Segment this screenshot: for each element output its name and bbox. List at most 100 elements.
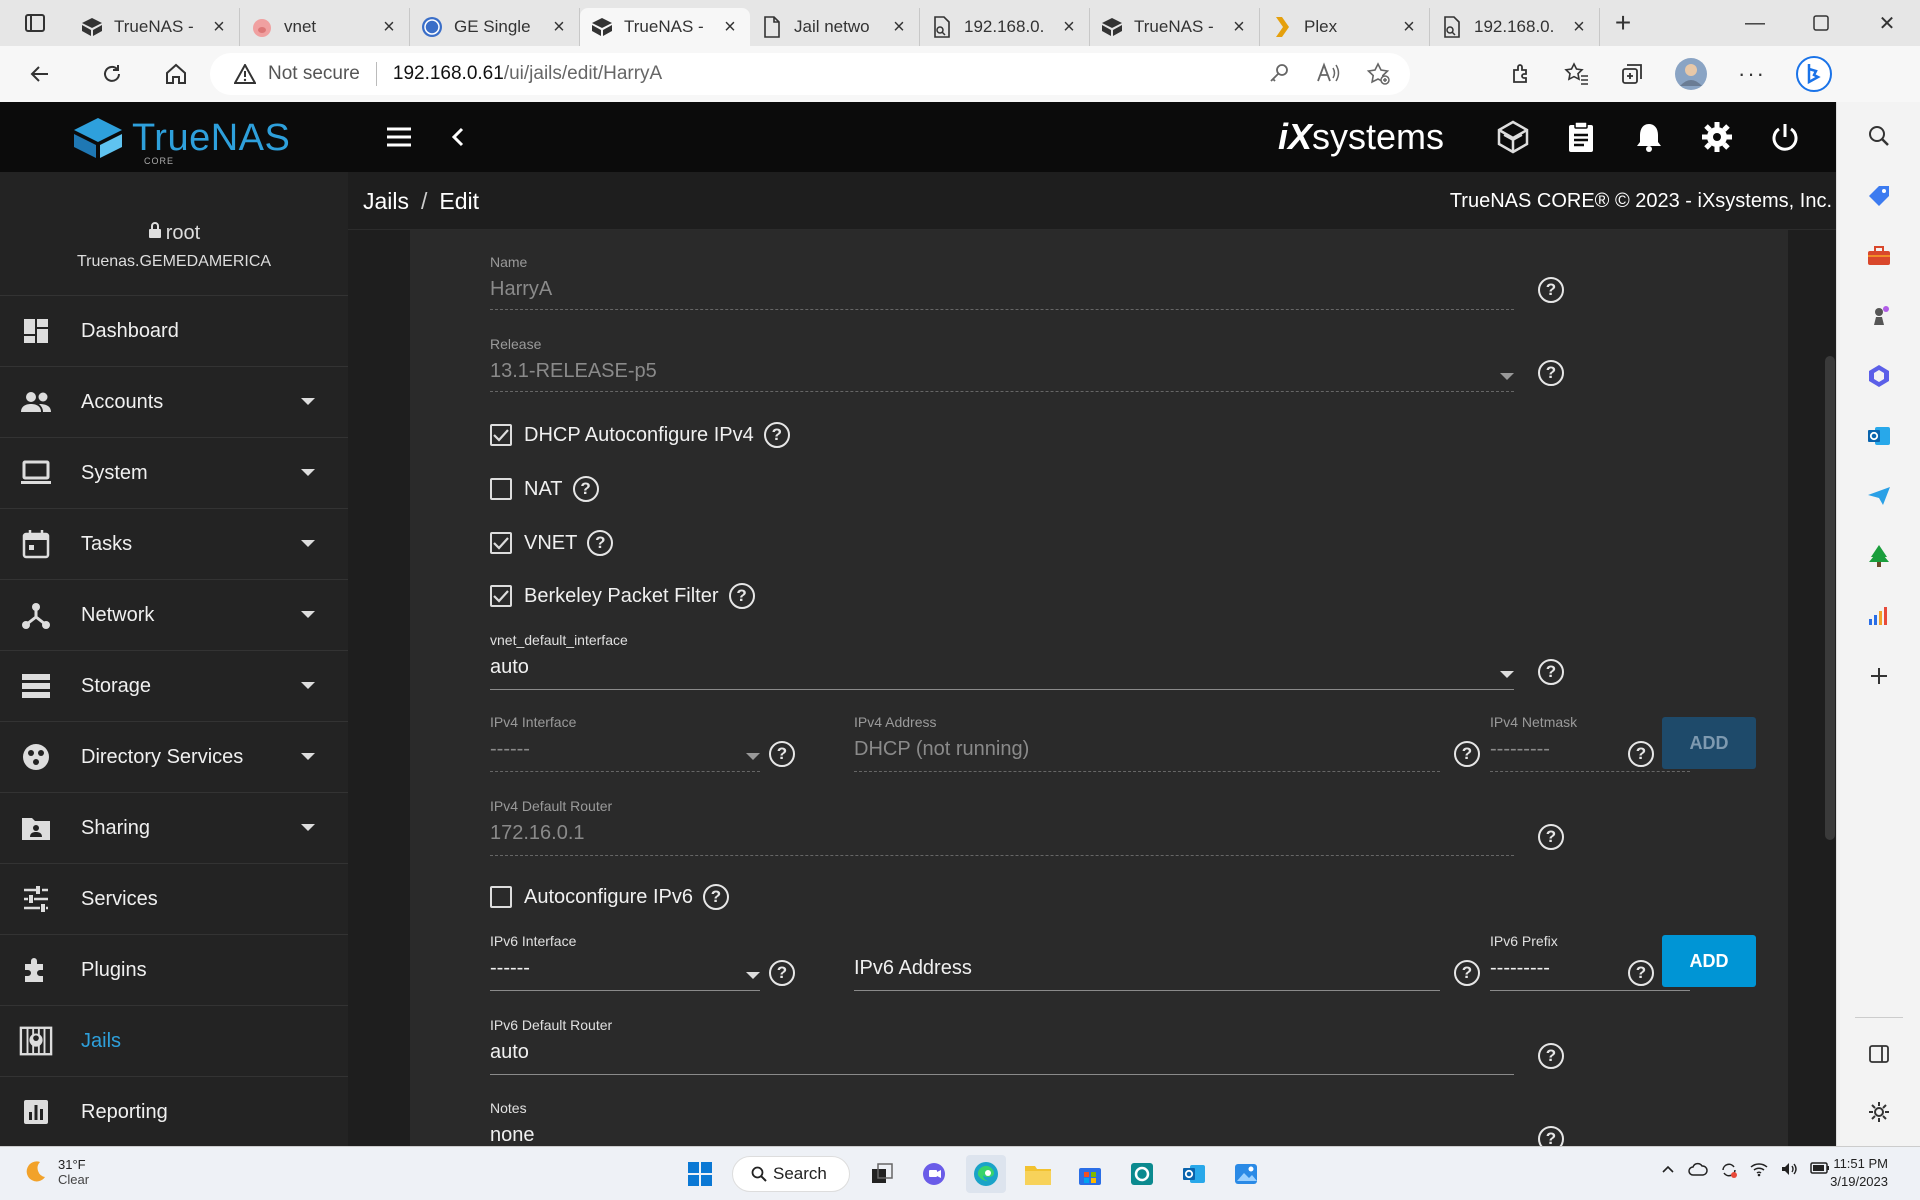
tasks-clipboard-icon[interactable] bbox=[1564, 120, 1598, 154]
outlook-icon[interactable] bbox=[1863, 420, 1895, 452]
analytics-icon[interactable] bbox=[1863, 600, 1895, 632]
sidebar-item-tasks[interactable]: Tasks bbox=[0, 509, 348, 580]
ipv4-default-router-help-icon[interactable]: ? bbox=[1538, 824, 1564, 850]
sidebar-item-reporting[interactable]: Reporting bbox=[0, 1077, 348, 1146]
tree-icon[interactable] bbox=[1863, 540, 1895, 572]
search-icon[interactable] bbox=[1863, 120, 1895, 152]
close-window-icon[interactable]: ✕ bbox=[1854, 0, 1920, 46]
close-tab-icon[interactable]: × bbox=[549, 16, 569, 39]
tools-icon[interactable] bbox=[1863, 240, 1895, 272]
read-aloud-icon[interactable] bbox=[1316, 62, 1340, 86]
more-options-icon[interactable]: ··· bbox=[1738, 61, 1766, 87]
refresh-icon[interactable] bbox=[80, 46, 144, 102]
microsoft-store-icon[interactable] bbox=[1070, 1155, 1110, 1193]
sidebar-item-accounts[interactable]: Accounts bbox=[0, 367, 348, 438]
onedrive-cloud-icon[interactable] bbox=[1688, 1161, 1708, 1179]
collapse-sidebar-icon[interactable] bbox=[448, 122, 468, 152]
sidebar-settings-icon[interactable] bbox=[1863, 1096, 1895, 1128]
sidebar-item-system[interactable]: System bbox=[0, 438, 348, 509]
shopping-tag-icon[interactable] bbox=[1863, 180, 1895, 212]
minimize-window-icon[interactable]: — bbox=[1722, 0, 1788, 46]
ipv6-add-button[interactable]: ADD bbox=[1662, 935, 1756, 987]
sidebar-item-services[interactable]: Services bbox=[0, 864, 348, 935]
browser-tab[interactable]: 192.168.0. × bbox=[920, 8, 1090, 46]
battery-icon[interactable] bbox=[1810, 1161, 1830, 1179]
breadcrumb-jails-link[interactable]: Jails bbox=[363, 188, 409, 214]
sidebar-item-dashboard[interactable]: Dashboard bbox=[0, 296, 348, 367]
sync-icon[interactable] bbox=[1720, 1161, 1738, 1179]
ipv4-add-button[interactable]: ADD bbox=[1662, 717, 1756, 769]
new-tab-button[interactable]: + bbox=[1600, 3, 1646, 43]
truenas-logo[interactable]: TrueNAS CORE bbox=[72, 116, 290, 166]
volume-icon[interactable] bbox=[1780, 1161, 1798, 1179]
notes-field[interactable]: Notes none bbox=[490, 1100, 1514, 1146]
close-tab-icon[interactable]: × bbox=[1569, 16, 1589, 39]
ixsystems-logo[interactable]: iX systems bbox=[1278, 116, 1444, 158]
browser-tab[interactable]: 192.168.0. × bbox=[1430, 8, 1600, 46]
browser-tab[interactable]: Plex × bbox=[1260, 8, 1430, 46]
browser-tab[interactable]: TrueNAS - × bbox=[70, 8, 240, 46]
ipv6-address-help-icon[interactable]: ? bbox=[1454, 960, 1480, 986]
sidebar-item-storage[interactable]: Storage bbox=[0, 651, 348, 722]
sidebar-item-jails[interactable]: Jails bbox=[0, 1006, 348, 1077]
ipv6-prefix-select[interactable]: IPv6 Prefix --------- bbox=[1490, 933, 1690, 991]
add-favorite-icon[interactable] bbox=[1366, 62, 1390, 86]
sidebar-item-sharing[interactable]: Sharing bbox=[0, 793, 348, 864]
browser-tab[interactable]: GE Single × bbox=[410, 8, 580, 46]
ipv6-default-router-help-icon[interactable]: ? bbox=[1538, 1043, 1564, 1069]
truecommand-icon[interactable] bbox=[1496, 120, 1530, 154]
menu-icon[interactable] bbox=[384, 122, 414, 152]
file-explorer-icon[interactable] bbox=[1018, 1155, 1058, 1193]
teams-chat-icon[interactable] bbox=[914, 1155, 954, 1193]
photos-app-icon[interactable] bbox=[1226, 1155, 1266, 1193]
settings-gear-icon[interactable] bbox=[1700, 120, 1734, 154]
hide-sidebar-icon[interactable] bbox=[1863, 1038, 1895, 1070]
close-tab-icon[interactable]: × bbox=[1229, 16, 1249, 39]
windows-start-icon[interactable] bbox=[680, 1155, 720, 1193]
security-status[interactable]: Not secure bbox=[268, 63, 360, 85]
show-hidden-icons-icon[interactable] bbox=[1660, 1161, 1676, 1179]
tab-actions-icon[interactable] bbox=[0, 0, 70, 46]
close-tab-icon[interactable]: × bbox=[209, 16, 229, 39]
autoconfigure-ipv6-checkbox[interactable]: Autoconfigure IPv6 ? bbox=[490, 883, 729, 911]
maximize-window-icon[interactable] bbox=[1788, 0, 1854, 46]
sidebar-item-plugins[interactable]: Plugins bbox=[0, 935, 348, 1006]
games-icon[interactable] bbox=[1863, 300, 1895, 332]
collections-icon[interactable] bbox=[1620, 62, 1644, 86]
autoconfigure-ipv6-checkbox-box[interactable] bbox=[490, 886, 512, 908]
weather-widget[interactable]: 31°F Clear bbox=[22, 1157, 89, 1187]
home-icon[interactable] bbox=[144, 46, 208, 102]
teal-app-icon[interactable] bbox=[1122, 1155, 1162, 1193]
browser-tab[interactable]: Jail netwo × bbox=[750, 8, 920, 46]
ipv6-interface-select[interactable]: IPv6 Interface ------ bbox=[490, 933, 760, 991]
edge-browser-icon[interactable] bbox=[966, 1155, 1006, 1193]
ipv6-default-router-field[interactable]: IPv6 Default Router auto bbox=[490, 1017, 1514, 1075]
close-tab-icon[interactable]: × bbox=[1059, 16, 1079, 39]
system-clock[interactable]: 11:51 PM 3/19/2023 bbox=[1830, 1155, 1888, 1191]
taskbar-search-button[interactable]: Search bbox=[732, 1156, 850, 1192]
power-icon[interactable] bbox=[1768, 120, 1802, 154]
close-tab-icon[interactable]: × bbox=[889, 16, 909, 39]
task-view-icon[interactable] bbox=[862, 1155, 902, 1193]
browser-tab[interactable]: TrueNAS - × bbox=[1090, 8, 1260, 46]
wifi-icon[interactable] bbox=[1750, 1161, 1768, 1179]
ipv6-address-field[interactable]: . IPv6 Address bbox=[854, 933, 1440, 991]
ipv4-default-router-field[interactable]: IPv4 Default Router 172.16.0.1 bbox=[490, 798, 1514, 856]
profile-avatar[interactable] bbox=[1674, 57, 1708, 91]
ipv6-interface-help-icon[interactable]: ? bbox=[769, 960, 795, 986]
add-sidebar-app-icon[interactable] bbox=[1863, 660, 1895, 692]
outlook-taskbar-icon[interactable] bbox=[1174, 1155, 1214, 1193]
sidebar-item-network[interactable]: Network bbox=[0, 580, 348, 651]
close-tab-icon[interactable]: × bbox=[720, 16, 740, 39]
ipv6-prefix-help-icon[interactable]: ? bbox=[1628, 960, 1654, 986]
notifications-bell-icon[interactable] bbox=[1632, 120, 1666, 154]
close-tab-icon[interactable]: × bbox=[1399, 16, 1419, 39]
favorites-icon[interactable] bbox=[1564, 62, 1590, 86]
sidebar-item-directory-services[interactable]: Directory Services bbox=[0, 722, 348, 793]
notes-help-icon[interactable]: ? bbox=[1538, 1126, 1564, 1146]
browser-tab[interactable]: vnet × bbox=[240, 8, 410, 46]
send-icon[interactable] bbox=[1863, 480, 1895, 512]
extensions-icon[interactable] bbox=[1510, 62, 1534, 86]
ipv4-netmask-help-icon[interactable]: ? bbox=[1628, 741, 1654, 767]
content-scrollbar[interactable] bbox=[1825, 356, 1835, 840]
